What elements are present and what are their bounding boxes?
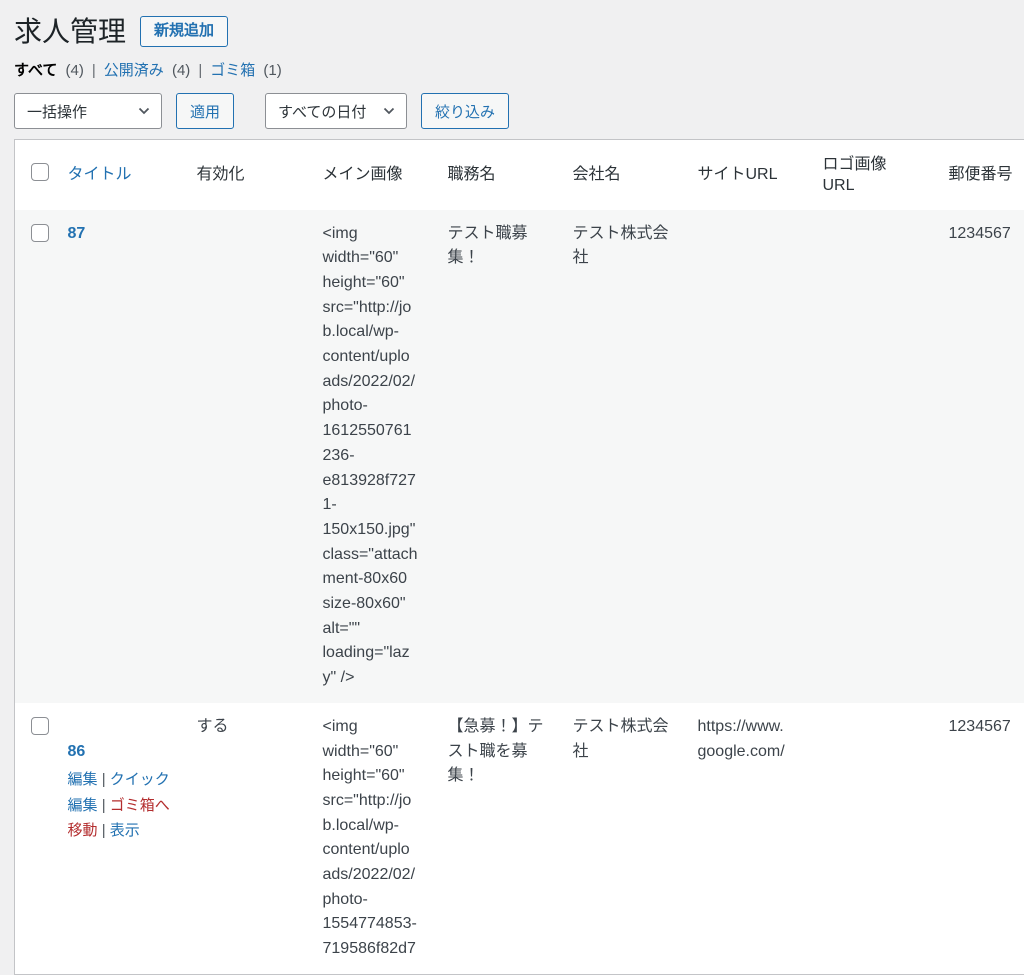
filter-trash: ゴミ箱 (1) [210, 61, 282, 81]
chevron-down-icon [138, 107, 150, 115]
add-new-button[interactable]: 新規追加 [140, 16, 228, 47]
edit-link[interactable]: 編集 [68, 771, 98, 788]
filter-count: (4) [172, 62, 190, 79]
page-title: 求人管理 [14, 15, 126, 48]
cell-postal-code: 1234567 [939, 210, 1024, 703]
cell-site-url [688, 210, 813, 703]
filter-button[interactable]: 絞り込み [421, 93, 509, 129]
cell-title: 86 編集 | クイック編集 | ゴミ箱へ移動 | 表示 [58, 703, 187, 975]
post-title-link[interactable]: 87 [68, 225, 86, 242]
column-header-job-name: 職務名 [438, 140, 563, 210]
cell-company: テスト株式会 社 [563, 210, 688, 703]
filter-label: 公開済み [104, 62, 164, 79]
page-header: 求人管理 新規追加 [14, 15, 1024, 48]
cell-logo-url [813, 210, 939, 703]
filter-label: すべて [14, 62, 57, 79]
post-title-link[interactable]: 86 [68, 743, 86, 760]
sort-title-link[interactable]: タイトル [68, 166, 132, 183]
column-header-title: タイトル [58, 140, 187, 210]
table-row: 86 編集 | クイック編集 | ゴミ箱へ移動 | 表示 する <img wid… [15, 703, 1024, 975]
filter-all-link[interactable]: すべて (4) [14, 62, 84, 79]
cell-logo-url [813, 703, 939, 975]
column-header-site-url: サイトURL [688, 140, 813, 210]
filter-published-link[interactable]: 公開済み (4) [104, 62, 191, 79]
cell-site-url: https://www. google.com/ [688, 703, 813, 975]
bulk-action-select[interactable]: 一括操作 [14, 93, 162, 129]
job-management-page: 求人管理 新規追加 すべて (4) | 公開済み (4) | ゴミ箱 (1) 一… [0, 0, 1024, 975]
column-header-company: 会社名 [563, 140, 688, 210]
view-link[interactable]: 表示 [110, 822, 140, 839]
date-filter-selected-value: すべての日付 [278, 101, 366, 122]
action-separator: | [102, 822, 106, 839]
row-actions: 編集 | クイック編集 | ゴミ箱へ移動 | 表示 [68, 767, 181, 844]
select-row-checkbox[interactable] [31, 224, 49, 242]
action-separator: | [102, 771, 106, 788]
cell-main-image: <img width="60" height="60" src="http://… [313, 703, 438, 975]
action-separator: | [102, 797, 106, 814]
job-list-table: タイトル 有効化 メイン画像 職務名 会社名 サイトURL ロゴ画像 URL 郵… [14, 139, 1024, 975]
filter-all: すべて (4) [14, 61, 84, 81]
filter-label: ゴミ箱 [210, 62, 255, 79]
select-row-checkbox[interactable] [31, 717, 49, 735]
chevron-down-icon [383, 107, 395, 115]
cell-job-name: 【急募！】テ スト職を募 集！ [438, 703, 563, 975]
filter-count: (4) [66, 62, 84, 79]
column-header-postal-code: 郵便番号 [939, 140, 1024, 210]
cell-postal-code: 1234567 [939, 703, 1024, 975]
cell-company: テスト株式会 社 [563, 703, 688, 975]
job-list-table-wrap: タイトル 有効化 メイン画像 職務名 会社名 サイトURL ロゴ画像 URL 郵… [14, 139, 1024, 975]
bulk-action-selected-value: 一括操作 [27, 101, 87, 122]
filter-trash-link[interactable]: ゴミ箱 (1) [210, 62, 282, 79]
filter-separator: | [92, 61, 96, 81]
cell-main-image: <img width="60" height="60" src="http://… [313, 210, 438, 703]
bulk-actions-bar: 一括操作 適用 すべての日付 絞り込み [14, 93, 1024, 129]
column-header-main-image: メイン画像 [313, 140, 438, 210]
select-all-checkbox[interactable] [31, 163, 49, 181]
date-filter-select[interactable]: すべての日付 [265, 93, 407, 129]
filter-count: (1) [263, 62, 281, 79]
filter-published: 公開済み (4) [104, 61, 191, 81]
cell-enabled: する [187, 703, 313, 975]
cell-job-name: テスト職募 集！ [438, 210, 563, 703]
cell-enabled [187, 210, 313, 703]
status-filter-list: すべて (4) | 公開済み (4) | ゴミ箱 (1) [14, 61, 1024, 81]
cell-title: 87 [58, 210, 187, 703]
filter-separator: | [198, 61, 202, 81]
apply-button[interactable]: 適用 [176, 93, 234, 129]
column-header-logo-url: ロゴ画像 URL [813, 140, 939, 210]
column-header-enabled: 有効化 [187, 140, 313, 210]
table-row: 87 <img width="60" height="60" src="http… [15, 210, 1024, 703]
table-header: タイトル 有効化 メイン画像 職務名 会社名 サイトURL ロゴ画像 URL 郵… [15, 140, 1024, 210]
